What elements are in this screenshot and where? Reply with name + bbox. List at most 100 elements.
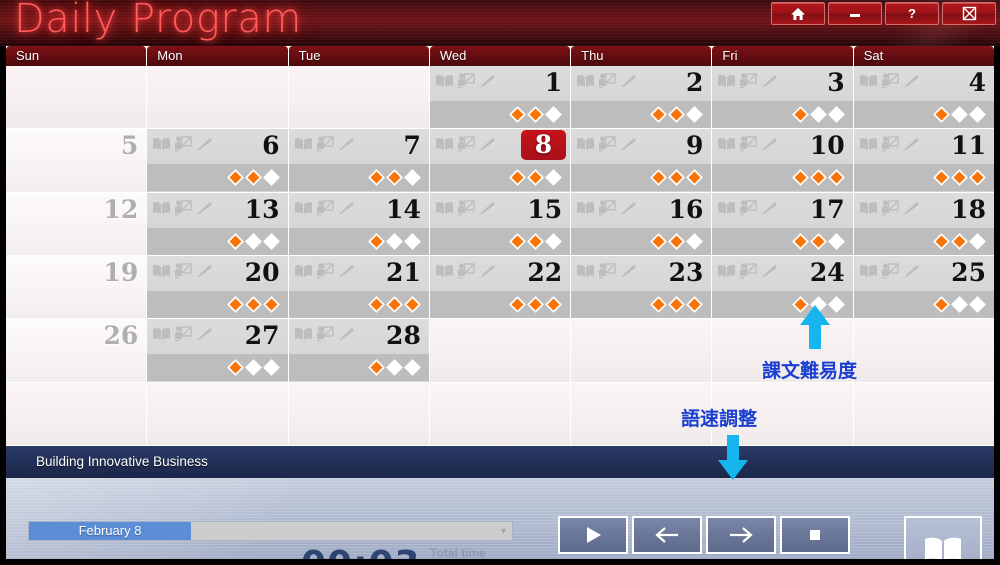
calendar-day-13[interactable]: 13 <box>147 192 288 255</box>
screen-icon <box>316 326 334 342</box>
difficulty-diamond <box>668 296 686 313</box>
calendar-day-27[interactable]: 27 <box>147 319 288 382</box>
difficulty-indicator[interactable] <box>429 290 571 318</box>
book-icon <box>153 328 171 341</box>
calendar-day-14[interactable]: 14 <box>288 192 429 255</box>
next-button[interactable] <box>706 516 776 554</box>
calendar-day-28[interactable]: 28 <box>288 319 429 382</box>
difficulty-diamond <box>969 106 986 123</box>
calendar-day-20[interactable]: 20 <box>147 255 288 319</box>
calendar-day-26[interactable]: 26 <box>6 319 147 382</box>
calendar-day-10[interactable]: 10 <box>712 129 853 192</box>
pencil-icon <box>338 202 354 214</box>
difficulty-indicator[interactable] <box>571 164 712 192</box>
difficulty-indicator[interactable] <box>429 164 571 192</box>
lesson-date-select[interactable]: February 8 ▾ <box>28 521 513 541</box>
calendar-day-5[interactable]: 5 <box>6 129 147 192</box>
difficulty-indicator[interactable] <box>288 290 429 318</box>
play-button[interactable] <box>558 516 628 554</box>
calendar-day-15[interactable]: 15 <box>429 192 571 255</box>
date-number: 4 <box>968 68 986 97</box>
difficulty-indicator[interactable] <box>429 101 571 128</box>
calendar-day-9[interactable]: 9 <box>571 129 712 192</box>
book-icon <box>577 75 595 87</box>
calendar-day-23[interactable]: 23 <box>571 255 712 319</box>
book-button[interactable] <box>904 516 982 559</box>
calendar-day-12[interactable]: 12 <box>6 192 147 255</box>
difficulty-indicator[interactable] <box>147 227 288 255</box>
cell-icons <box>859 199 920 216</box>
difficulty-indicator[interactable] <box>712 101 853 128</box>
difficulty-indicator[interactable] <box>853 164 994 192</box>
calendar-day-empty <box>429 382 571 445</box>
calendar-day-4[interactable]: 4 <box>853 66 994 129</box>
home-icon <box>791 7 805 20</box>
difficulty-indicator[interactable] <box>853 101 994 128</box>
date-number: 17 <box>809 194 845 224</box>
screen-icon <box>457 73 475 89</box>
difficulty-diamond <box>827 106 845 123</box>
difficulty-indicator[interactable] <box>147 290 288 318</box>
calendar-day-2[interactable]: 2 <box>571 66 712 129</box>
calendar-day-8[interactable]: 8 <box>429 129 571 192</box>
cell-top: 15 <box>429 192 571 228</box>
difficulty-indicator[interactable] <box>571 227 712 255</box>
difficulty-indicator[interactable] <box>853 227 994 255</box>
play-icon <box>587 527 601 543</box>
cell-top: 7 <box>288 129 429 165</box>
close-button[interactable] <box>942 2 996 25</box>
help-button[interactable]: ? <box>885 2 939 25</box>
difficulty-diamond <box>668 232 686 250</box>
minimize-button[interactable] <box>828 2 882 25</box>
player-panel: Building Innovative Business February 8 … <box>6 446 994 559</box>
difficulty-diamond <box>244 296 262 313</box>
calendar-day-25[interactable]: 25 <box>853 255 994 319</box>
elapsed-time: 00:03 <box>301 544 421 559</box>
home-button[interactable] <box>771 2 825 25</box>
difficulty-indicator[interactable] <box>571 290 712 318</box>
date-number: 7 <box>403 131 421 161</box>
calendar-day-7[interactable]: 7 <box>288 129 429 192</box>
difficulty-diamond <box>226 296 244 313</box>
difficulty-diamond <box>226 232 244 250</box>
difficulty-indicator[interactable] <box>429 227 571 255</box>
calendar-day-empty <box>288 66 429 129</box>
cell-top: 22 <box>429 255 571 291</box>
cell-top: 5 <box>6 129 146 164</box>
pencil-icon <box>621 138 636 151</box>
cell-top <box>147 66 287 101</box>
calendar-day-19[interactable]: 19 <box>6 255 147 319</box>
difficulty-indicator[interactable] <box>571 101 712 128</box>
difficulty-diamond <box>951 169 968 187</box>
screen-icon <box>175 199 192 215</box>
difficulty-diamond <box>385 169 403 187</box>
book-icon <box>577 201 595 214</box>
calendar-day-1[interactable]: 1 <box>429 66 571 129</box>
difficulty-indicator[interactable] <box>712 164 853 192</box>
calendar-day-22[interactable]: 22 <box>429 255 571 319</box>
difficulty-indicator[interactable] <box>712 227 853 255</box>
difficulty-indicator[interactable] <box>288 354 429 382</box>
calendar-day-3[interactable]: 3 <box>712 66 853 129</box>
difficulty-indicator[interactable] <box>147 354 288 382</box>
difficulty-diamond <box>262 232 280 250</box>
calendar-day-6[interactable]: 6 <box>147 129 288 192</box>
difficulty-diamond <box>686 106 704 123</box>
calendar-day-18[interactable]: 18 <box>853 192 994 255</box>
cell-top: 13 <box>147 192 288 228</box>
stop-button[interactable] <box>780 516 850 554</box>
cell-icons <box>717 136 778 152</box>
arrow-left-icon <box>655 527 678 543</box>
difficulty-indicator[interactable] <box>288 227 429 255</box>
difficulty-diamond <box>367 359 385 377</box>
difficulty-indicator[interactable] <box>147 164 288 192</box>
calendar-day-16[interactable]: 16 <box>571 192 712 255</box>
difficulty-indicator[interactable] <box>853 290 994 318</box>
calendar-day-17[interactable]: 17 <box>712 192 853 255</box>
difficulty-diamond <box>650 106 668 123</box>
previous-button[interactable] <box>632 516 702 554</box>
pencil-icon <box>479 75 495 88</box>
calendar-day-11[interactable]: 11 <box>853 129 994 192</box>
difficulty-indicator[interactable] <box>288 164 429 192</box>
calendar-day-21[interactable]: 21 <box>288 255 429 319</box>
